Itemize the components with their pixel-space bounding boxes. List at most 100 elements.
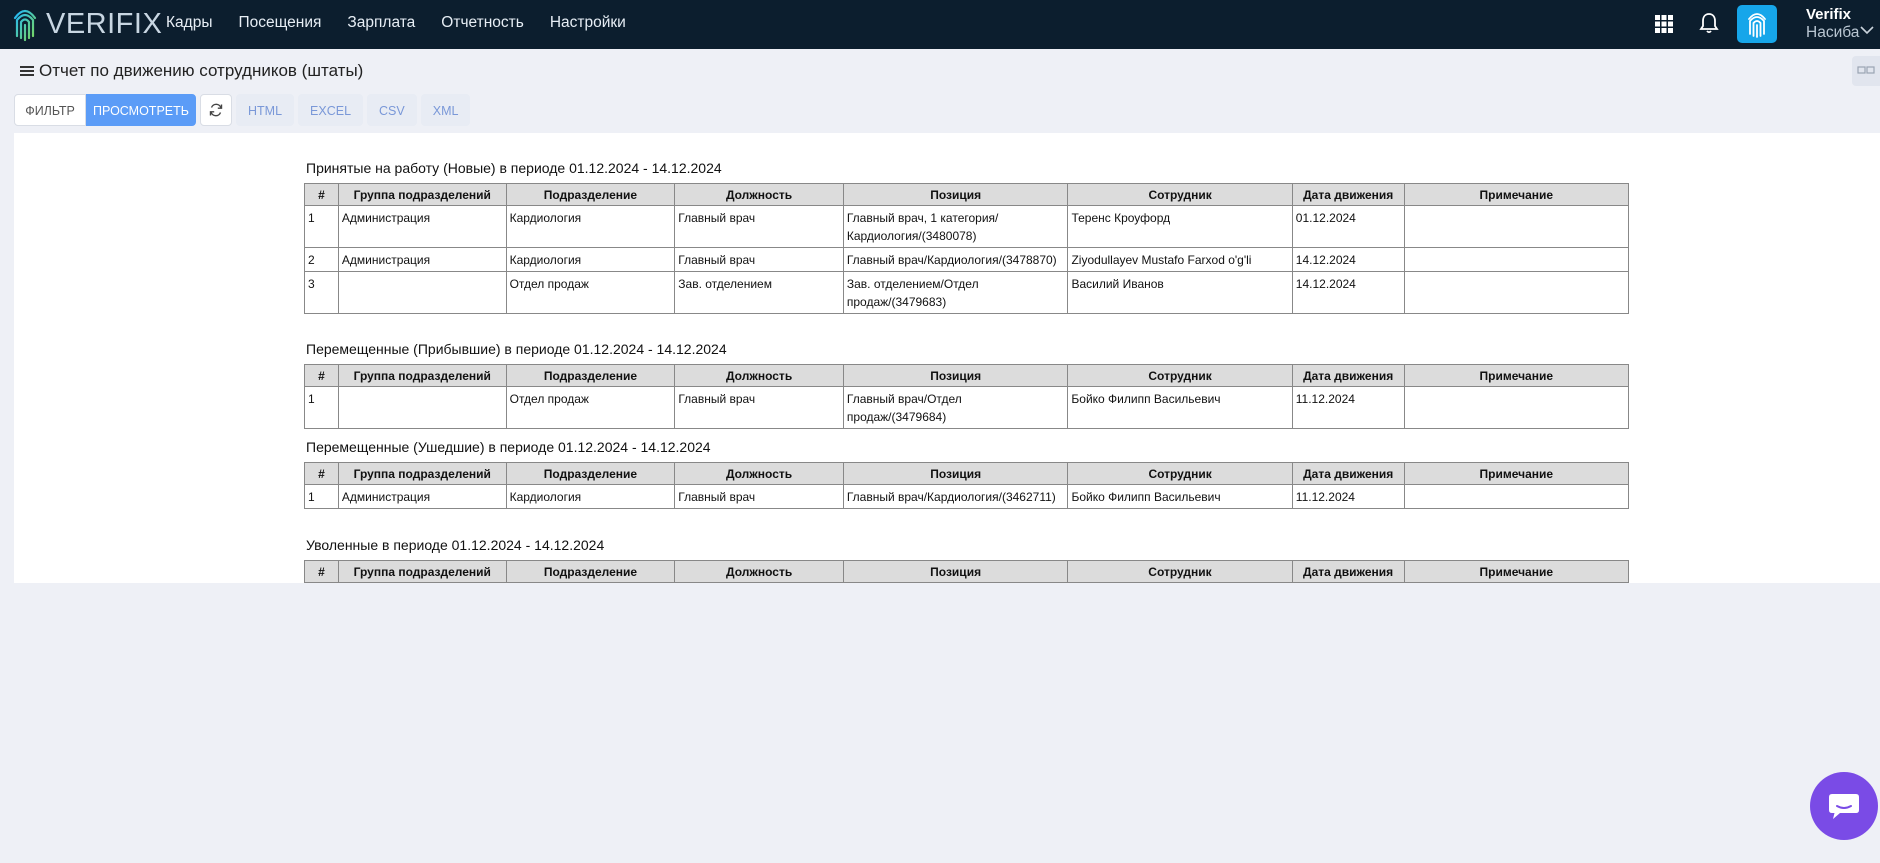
nav-item-hr[interactable]: Кадры xyxy=(166,14,212,32)
cell-division: Отдел продаж xyxy=(505,386,676,429)
col-header-movement-date: Дата движения xyxy=(1291,462,1405,485)
table-header-row: # Группа подразделений Подразделение Дол… xyxy=(304,560,1629,583)
section-title: Принятые на работу (Новые) в периоде 01.… xyxy=(306,160,722,176)
col-header-position: Позиция xyxy=(842,560,1069,583)
table-header-row: # Группа подразделений Подразделение Дол… xyxy=(304,462,1630,485)
cell-division: Кардиология xyxy=(505,205,676,248)
cell-division-group xyxy=(337,386,507,429)
refresh-icon xyxy=(209,103,223,117)
cell-division-group: Администрация xyxy=(337,205,507,248)
side-panel-toggle[interactable] xyxy=(1852,56,1880,86)
cell-position: Главный врач/Отдел продаж/(3479684) xyxy=(842,386,1069,429)
top-navigation-bar: VERIFIX Кадры Посещения Зарплата Отчетно… xyxy=(0,0,1880,49)
cell-note xyxy=(1403,247,1630,272)
col-header-position: Позиция xyxy=(842,364,1069,387)
table-row: 1 Администрация Кардиология Главный врач… xyxy=(304,205,1630,248)
report-toolbar: ФИЛЬТР ПРОСМОТРЕТЬ HTML EXCEL CSV XML xyxy=(14,94,471,127)
user-menu[interactable]: Verifix Насиба xyxy=(1806,6,1859,42)
col-header-employee: Сотрудник xyxy=(1067,560,1293,583)
cell-number: 2 xyxy=(304,247,339,272)
report-table: # Группа подразделений Подразделение Дол… xyxy=(304,462,1630,509)
fingerprint-logo-icon xyxy=(13,9,37,42)
col-header-number: # xyxy=(304,364,339,387)
nav-item-settings[interactable]: Настройки xyxy=(550,14,626,32)
col-header-note: Примечание xyxy=(1403,364,1630,387)
cell-note xyxy=(1403,271,1630,314)
chat-widget-button[interactable] xyxy=(1810,772,1878,840)
user-company: Verifix xyxy=(1806,6,1852,23)
nav-item-reports[interactable]: Отчетность xyxy=(441,14,524,32)
filter-button[interactable]: ФИЛЬТР xyxy=(14,94,86,126)
col-header-note: Примечание xyxy=(1403,560,1629,583)
cell-movement-date: 01.12.2024 xyxy=(1291,205,1405,248)
col-header-number: # xyxy=(304,560,339,583)
col-header-job: Должность xyxy=(674,560,844,583)
nav-item-payroll[interactable]: Зарплата xyxy=(347,14,415,32)
col-header-division: Подразделение xyxy=(505,560,676,583)
chevron-down-icon[interactable] xyxy=(1860,25,1874,35)
section-title: Перемещенные (Прибывшие) в периоде 01.12… xyxy=(306,341,727,357)
cell-division: Отдел продаж xyxy=(505,271,676,314)
col-header-employee: Сотрудник xyxy=(1067,183,1293,206)
export-csv-button[interactable]: CSV xyxy=(367,94,417,126)
cell-division: Кардиология xyxy=(505,484,676,509)
col-header-division-group: Группа подразделений xyxy=(337,183,507,206)
cell-employee: Бойко Филипп Васильевич xyxy=(1067,484,1293,509)
export-excel-button[interactable]: EXCEL xyxy=(298,94,364,126)
refresh-button[interactable] xyxy=(200,94,232,126)
col-header-division: Подразделение xyxy=(505,183,676,206)
export-xml-button[interactable]: XML xyxy=(420,94,471,126)
nav-item-attendance[interactable]: Посещения xyxy=(238,14,321,32)
cell-position: Главный врач/Кардиология/(3478870) xyxy=(842,247,1069,272)
logo[interactable]: VERIFIX xyxy=(12,5,162,43)
cell-position: Зав. отделением/Отдел продаж/(3479683) xyxy=(842,271,1069,314)
export-html-button[interactable]: HTML xyxy=(236,94,295,126)
col-header-movement-date: Дата движения xyxy=(1291,183,1405,206)
cell-division-group: Администрация xyxy=(337,484,507,509)
col-header-division: Подразделение xyxy=(505,462,676,485)
cell-number: 1 xyxy=(304,386,339,429)
page-title: Отчет по движению сотрудников (штаты) xyxy=(39,61,364,80)
cell-division-group xyxy=(337,271,507,314)
cell-job: Главный врач xyxy=(674,484,844,509)
view-button[interactable]: ПРОСМОТРЕТЬ xyxy=(86,94,196,126)
cell-job: Главный врач xyxy=(674,247,844,272)
report-section-hired: Принятые на работу (Новые) в периоде 01.… xyxy=(289,160,1630,314)
table-row: 3 Отдел продаж Зав. отделением Зав. отде… xyxy=(304,271,1630,314)
table-row: 1 Отдел продаж Главный врач Главный врач… xyxy=(304,386,1630,429)
section-title: Перемещенные (Ушедшие) в периоде 01.12.2… xyxy=(306,439,711,455)
chat-icon xyxy=(1829,794,1859,819)
col-header-position: Позиция xyxy=(842,183,1069,206)
bell-icon[interactable] xyxy=(1699,12,1719,34)
cell-employee: Теренс Кроуфорд xyxy=(1067,205,1293,248)
col-header-number: # xyxy=(304,462,339,485)
col-header-note: Примечание xyxy=(1403,183,1630,206)
main-nav: Кадры Посещения Зарплата Отчетность Наст… xyxy=(166,0,652,46)
col-header-employee: Сотрудник xyxy=(1067,462,1293,485)
cell-job: Главный врач xyxy=(674,205,844,248)
report-section-transferred-in: Перемещенные (Прибывшие) в периоде 01.12… xyxy=(289,341,1630,429)
col-header-employee: Сотрудник xyxy=(1067,364,1293,387)
table-row: 1 Администрация Кардиология Главный врач… xyxy=(304,484,1630,509)
cell-movement-date: 14.12.2024 xyxy=(1291,247,1405,272)
page-header: Отчет по движению сотрудников (штаты) xyxy=(20,58,363,84)
cell-note xyxy=(1403,484,1630,509)
col-header-job: Должность xyxy=(674,462,844,485)
report-section-dismissed: Уволенные в периоде 01.12.2024 - 14.12.2… xyxy=(289,537,1629,583)
cell-job: Зав. отделением xyxy=(674,271,844,314)
apps-grid-icon[interactable] xyxy=(1654,14,1674,34)
col-header-position: Позиция xyxy=(842,462,1069,485)
section-title: Уволенные в периоде 01.12.2024 - 14.12.2… xyxy=(306,537,605,553)
col-header-job: Должность xyxy=(674,183,844,206)
cell-job: Главный врач xyxy=(674,386,844,429)
col-header-division-group: Группа подразделений xyxy=(337,364,507,387)
cell-movement-date: 11.12.2024 xyxy=(1291,386,1405,429)
fingerprint-button[interactable] xyxy=(1737,5,1777,43)
report-section-transferred-out: Перемещенные (Ушедшие) в периоде 01.12.2… xyxy=(289,439,1630,509)
cell-employee: Ziyodullayev Mustafo Farxod o'g'li xyxy=(1067,247,1293,272)
hamburger-menu-icon[interactable] xyxy=(20,64,34,78)
col-header-job: Должность xyxy=(674,364,844,387)
col-header-note: Примечание xyxy=(1403,462,1630,485)
fingerprint-icon xyxy=(1748,13,1766,38)
col-header-number: # xyxy=(304,183,339,206)
